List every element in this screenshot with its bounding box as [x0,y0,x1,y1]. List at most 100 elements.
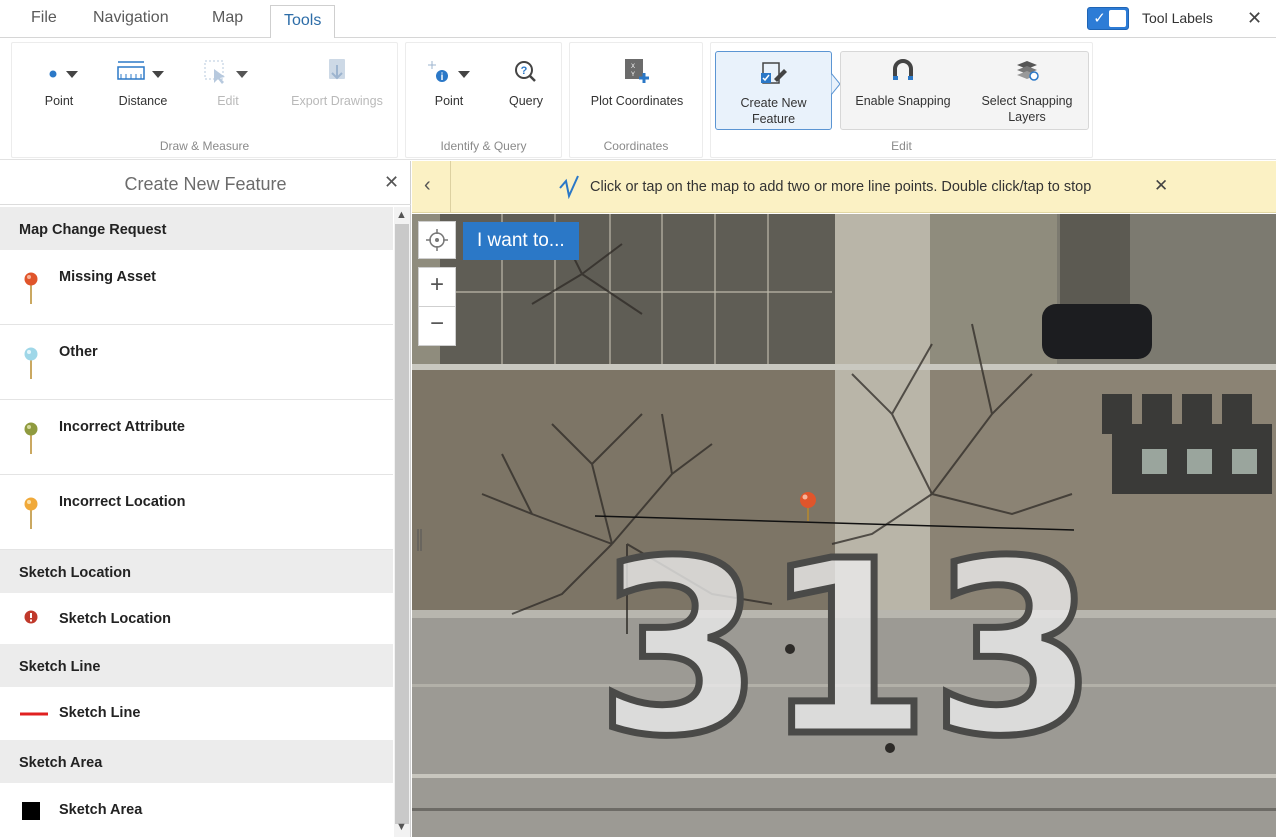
template-label: Incorrect Location [59,494,186,510]
group-label-draw-measure: Draw & Measure [159,139,250,153]
checkmark-icon: ✓ [1093,10,1106,27]
panel-resize-handle[interactable] [416,527,426,557]
group-label-coordinates: Coordinates [603,139,669,153]
scroll-up-icon[interactable]: ▲ [396,209,407,221]
point-icon [26,57,92,87]
tool-labels-label: Tool Labels [1142,10,1213,26]
select-snapping-layers-label-line1: Select Snapping [981,94,1073,108]
close-panel-icon[interactable]: ✕ [384,172,399,193]
minus-icon: − [429,310,444,337]
tab-navigation[interactable]: Navigation [93,8,169,38]
crosshair-icon [425,229,449,258]
panel-title: Create New Feature [124,174,287,194]
scroll-thumb[interactable] [395,224,409,824]
group-coordinates: XY Plot Coordinates Coordinates [569,42,703,158]
create-feature-icon [716,59,831,89]
magnet-icon [846,57,960,87]
group-label-edit: Edit [891,139,912,153]
map-view[interactable]: 313 [412,214,1276,837]
template-label: Incorrect Attribute [59,419,185,435]
feature-template-list: Map Change Request Missing Asset Other I… [0,207,393,837]
edit-drawing-label: Edit [217,94,239,108]
template-label: Other [59,344,98,360]
pin-icon [24,346,38,384]
template-sketch-location[interactable]: Sketch Location [0,593,393,644]
plot-coordinates-icon: XY [576,57,698,87]
i-want-to-button[interactable]: I want to... [463,222,579,260]
tab-map[interactable]: Map [212,8,243,38]
template-incorrect-location[interactable]: Incorrect Location [0,475,393,550]
draw-point-button[interactable]: Point [26,57,92,109]
export-icon [284,57,390,87]
toggle-knob [1109,10,1126,27]
enable-snapping-label: Enable Snapping [855,94,951,108]
locate-me-button[interactable] [418,221,456,259]
ribbon: Point Distance Edit Export Drawings Draw… [0,38,1276,160]
create-new-feature-label-line2: Feature [751,112,796,126]
create-new-feature-label-line1: Create New [740,96,807,110]
instruction-banner: ‹ Click or tap on the map to add two or … [412,161,1276,213]
enable-snapping-button[interactable]: Enable Snapping [846,57,960,109]
svg-text:?: ? [521,65,528,77]
draw-point-label: Point [44,94,74,108]
query-icon: ? [496,57,556,87]
query-label: Query [508,94,544,108]
area-swatch-icon [21,801,41,825]
ruler-icon [104,57,182,87]
distance-label: Distance [118,94,168,108]
chevron-left-icon[interactable]: ‹ [424,174,431,197]
menu-bar: File Navigation Map Tools ✓ Tool Labels … [0,0,1276,39]
template-sketch-line[interactable]: Sketch Line [0,687,393,740]
template-label: Sketch Line [59,705,141,721]
svg-text:X: X [631,64,635,70]
distance-button[interactable]: Distance [104,57,182,109]
query-button[interactable]: ? Query [496,57,556,109]
template-sketch-area[interactable]: Sketch Area [0,783,393,837]
section-sketch-line: Sketch Line [0,644,393,687]
pin-icon [24,496,38,534]
template-other[interactable]: Other [0,325,393,400]
svg-text:313: 313 [597,514,1098,754]
layers-icon [969,57,1085,87]
export-drawings-label: Export Drawings [291,94,383,108]
identify-point-label: Point [434,94,464,108]
template-label: Missing Asset [59,269,156,285]
group-identify-query: i Point ? Query Identify & Query [405,42,562,158]
address-number-overlay: 313 [593,514,1101,754]
close-toolbar-icon[interactable]: ✕ [1247,8,1262,29]
panel-scrollbar[interactable]: ▲ ▼ [394,207,410,837]
template-incorrect-attribute[interactable]: Incorrect Attribute [0,400,393,475]
zoom-in-button[interactable]: + [418,267,456,307]
create-new-feature-button[interactable]: Create New Feature [715,51,832,130]
identify-point-button[interactable]: i Point [414,57,484,109]
section-map-change-request: Map Change Request [0,207,393,250]
group-edit: Create New Feature Enable Snapping Selec… [710,42,1093,158]
pin-icon [24,421,38,459]
panel-header: Create New Feature ✕ [0,161,411,205]
section-sketch-area: Sketch Area [0,740,393,783]
tab-tools[interactable]: Tools [270,5,336,39]
zoom-out-button[interactable]: − [418,306,456,346]
group-label-identify-query: Identify & Query [440,139,527,153]
select-snapping-layers-button[interactable]: Select Snapping Layers [969,57,1085,125]
svg-text:i: i [441,72,444,83]
tool-labels-toggle[interactable]: ✓ [1087,7,1129,30]
export-drawings-button[interactable]: Export Drawings [284,57,390,109]
section-sketch-location: Sketch Location [0,550,393,593]
pin-icon [24,271,38,309]
alert-icon [24,610,38,628]
plot-coordinates-button[interactable]: XY Plot Coordinates [576,57,698,109]
plus-icon: + [429,271,444,298]
scroll-down-icon[interactable]: ▼ [396,821,407,833]
group-draw-measure: Point Distance Edit Export Drawings Draw… [11,42,398,158]
template-missing-asset[interactable]: Missing Asset [0,250,393,325]
edit-drawing-button[interactable]: Edit [192,57,264,109]
plot-coordinates-label: Plot Coordinates [590,94,684,108]
identify-icon: i [414,57,484,87]
line-swatch-icon [19,707,49,723]
create-feature-panel: Create New Feature ✕ Map Change Request … [0,161,411,837]
svg-text:Y: Y [631,72,635,78]
close-banner-icon[interactable]: ✕ [1154,176,1168,196]
tab-file[interactable]: File [31,8,57,38]
select-snapping-layers-label-line2: Layers [1008,110,1046,124]
